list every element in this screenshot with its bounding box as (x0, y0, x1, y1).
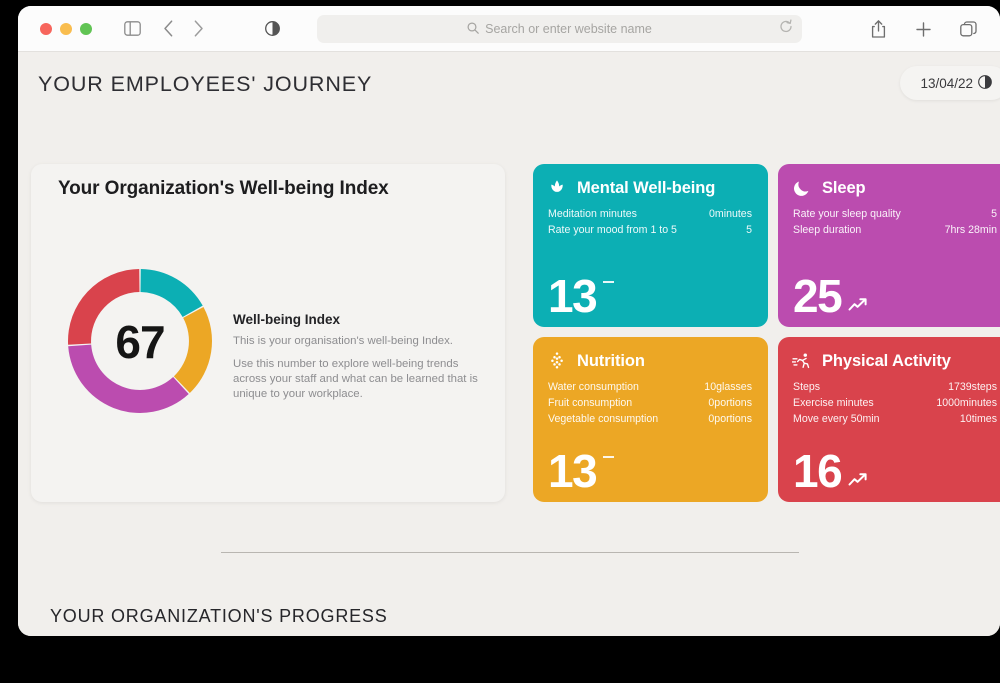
wellbeing-legend-paragraph-2: Use this number to explore well-being tr… (233, 358, 478, 401)
trend-flat-icon (603, 280, 615, 283)
dashboard-top-grid: Your Organization's Well-being Index 67 … (31, 164, 1000, 514)
metric-row-label: Fruit consumption (548, 396, 633, 409)
metric-row: Sleep duration 7hrs 28min (793, 223, 997, 239)
metric-row: Water consumption 10glasses (548, 380, 752, 396)
metric-row-value: 7hrs 28min (944, 223, 997, 236)
metric-row: Rate your mood from 1 to 5 5 (548, 223, 752, 239)
metric-row-label: Rate your sleep quality (793, 208, 901, 220)
date-pill-value: 13/04/22 (920, 75, 973, 91)
trend-up-icon (848, 472, 868, 492)
metric-card-header: Nutrition (533, 337, 768, 371)
reload-icon[interactable] (779, 19, 793, 39)
metric-row-label: Rate your mood from 1 to 5 (548, 223, 677, 236)
share-icon[interactable] (864, 15, 892, 43)
address-bar-placeholder: Search or enter website name (485, 22, 652, 36)
wellbeing-index-card: Your Organization's Well-being Index 67 … (31, 164, 505, 502)
metric-row-value: 1000minutes (936, 396, 997, 409)
address-bar-content: Search or enter website name (467, 21, 652, 37)
metric-card-activity[interactable]: Physical Activity Steps 1739steps Exercise … (778, 337, 1000, 502)
metric-card-rows: Rate your sleep quality 5 Sleep duration 7h… (778, 207, 1000, 239)
browser-toolbar: Search or enter website name (18, 6, 1000, 52)
plus-icon[interactable] (909, 15, 937, 43)
runner-icon (792, 351, 812, 371)
metric-card-sleep[interactable]: Sleep Rate your sleep quality 5 Sleep durat… (778, 164, 1000, 327)
metric-card-title: Mental Well-being (577, 178, 716, 197)
metric-card-rows: Steps 1739steps Exercise minutes 1000minute… (778, 380, 1000, 428)
metric-row: Steps 1739steps (793, 380, 997, 396)
metric-card-score-group: 13 (548, 444, 615, 497)
metric-card-rows: Meditation minutes 0minutes Rate your mood… (533, 207, 768, 239)
address-bar[interactable]: Search or enter website name (317, 15, 802, 43)
metric-row-value: 5 (746, 223, 752, 236)
page-content: YOUR EMPLOYEES' JOURNEY 13/04/22 Your Or… (18, 52, 1000, 636)
metric-card-score-group: 13 (548, 269, 615, 322)
chevron-right-icon[interactable] (184, 15, 212, 43)
metric-card-nutrition[interactable]: Nutrition Water consumption 10glasses Fruit… (533, 337, 768, 502)
section-divider (221, 552, 799, 553)
toolbar-right-actions (864, 6, 982, 52)
metric-row-value: 1739steps (948, 381, 997, 393)
metric-row: Fruit consumption 0portions (548, 396, 752, 412)
metric-row-label: Water consumption (548, 381, 639, 393)
metric-row-value: 10times (959, 412, 997, 425)
date-picker-pill[interactable]: 13/04/22 (900, 66, 1000, 100)
metric-card-score: 16 (793, 444, 843, 497)
metric-card-title: Sleep (822, 178, 866, 197)
maximize-window-button[interactable] (80, 22, 92, 35)
metric-row-label: Move every 50min (793, 412, 880, 425)
metric-card-score: 13 (548, 269, 598, 322)
metric-card-score-group: 16 (793, 444, 868, 497)
wellbeing-legend-title: Well-being Index (233, 312, 341, 327)
wellbeing-legend: Well-being Index This is your organisati… (233, 312, 495, 410)
clock-icon (978, 74, 992, 92)
progress-section-title: YOUR ORGANIZATION'S PROGRESS (50, 606, 388, 626)
metric-row-label: Meditation minutes (548, 208, 637, 220)
grapes-icon (547, 351, 567, 371)
metric-row-value: 0portions (708, 396, 752, 409)
browser-window: Search or enter website name YOUR EMPLOY… (18, 6, 1000, 636)
metric-row: Exercise minutes 1000minutes (793, 396, 997, 412)
wellbeing-card-title: Your Organization's Well-being Index (58, 178, 389, 199)
metric-row-label: Steps (793, 381, 821, 393)
metric-row: Rate your sleep quality 5 (793, 207, 997, 223)
close-window-button[interactable] (40, 22, 52, 35)
metric-card-rows: Water consumption 10glasses Fruit consumpt… (533, 380, 768, 428)
metric-row-label: Vegetable consumption (548, 412, 659, 425)
wellbeing-legend-paragraph-1: This is your organisation's well-being I… (233, 335, 453, 347)
metric-row-value: 0minutes (709, 208, 752, 220)
metric-card-header: Mental Well-being (533, 164, 768, 198)
metric-row-value: 0portions (708, 412, 752, 425)
tabs-overview-icon[interactable] (954, 15, 982, 43)
metric-card-score-group: 25 (793, 269, 868, 322)
metric-card-title: Physical Activity (822, 351, 951, 370)
metric-row-value: 10glasses (704, 381, 752, 393)
page-header: YOUR EMPLOYEES' JOURNEY 13/04/22 (18, 52, 1000, 114)
chevron-left-icon[interactable] (154, 15, 182, 43)
metric-card-title: Nutrition (577, 351, 645, 370)
window-controls (40, 22, 92, 35)
metric-row-label: Sleep duration (793, 223, 862, 236)
metric-card-header: Sleep (778, 164, 1000, 198)
metric-row-value: 5 (991, 208, 997, 220)
lotus-icon (547, 178, 567, 198)
sidebar-icon[interactable] (118, 15, 146, 43)
metric-row: Vegetable consumption 0portions (548, 412, 752, 428)
metric-card-header: Physical Activity (778, 337, 1000, 371)
trend-flat-icon (603, 455, 615, 458)
trend-up-icon (848, 297, 868, 317)
metric-row: Move every 50min 10times (793, 412, 997, 428)
page-title: YOUR EMPLOYEES' JOURNEY (38, 72, 373, 96)
wellbeing-score: 67 (115, 315, 165, 368)
metric-card-score: 25 (793, 269, 843, 322)
search-icon (467, 21, 479, 37)
metric-row: Meditation minutes 0minutes (548, 207, 752, 223)
metric-card-mental[interactable]: Mental Well-being Meditation minutes 0minu… (533, 164, 768, 327)
moon-icon (792, 178, 812, 198)
wellbeing-donut-chart: 67 (60, 259, 220, 424)
metric-row-label: Exercise minutes (793, 396, 874, 409)
metric-card-score: 13 (548, 444, 598, 497)
minimize-window-button[interactable] (60, 22, 72, 35)
reader-contrast-icon[interactable] (258, 15, 286, 43)
